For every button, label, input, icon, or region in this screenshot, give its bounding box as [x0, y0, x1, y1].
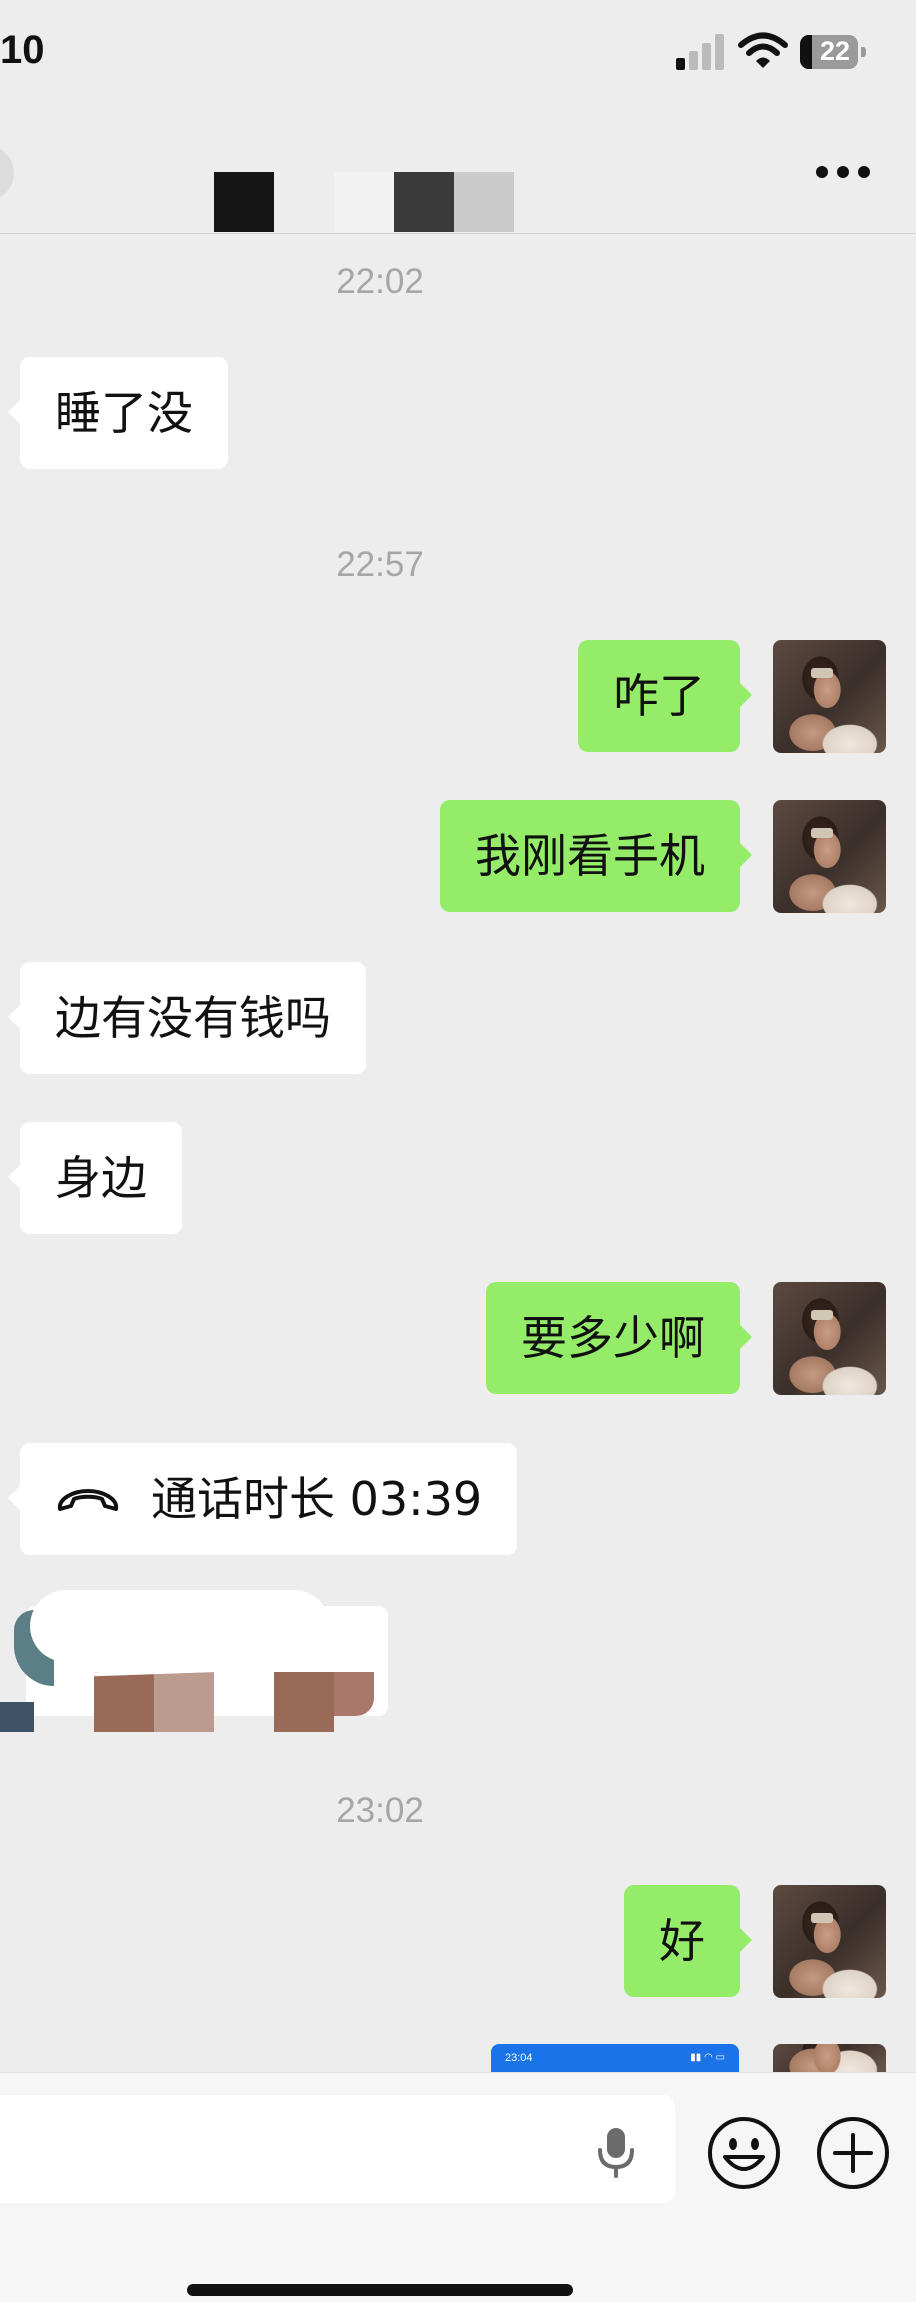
battery-level: 22: [819, 36, 851, 66]
received-message[interactable]: 身边: [8, 1122, 182, 1234]
sent-message[interactable]: 要多少啊: [486, 1282, 752, 1394]
phone-hangup-icon: [55, 1443, 121, 1555]
sent-message[interactable]: 我刚看手机: [440, 800, 752, 912]
received-message[interactable]: 边有没有钱吗: [8, 962, 366, 1074]
more-icon[interactable]: [816, 166, 870, 180]
back-button[interactable]: [0, 145, 14, 201]
message-input[interactable]: [0, 2095, 675, 2203]
redacted-image-message[interactable]: [0, 1590, 388, 1732]
call-message[interactable]: 通话时长 03:39: [7, 1443, 518, 1555]
timestamp: 22:57: [336, 545, 424, 584]
avatar[interactable]: [773, 1885, 886, 1998]
received-message[interactable]: 睡了没: [8, 357, 228, 469]
emoji-icon[interactable]: [706, 2115, 782, 2195]
signal-icon: [676, 34, 724, 70]
header-divider: [0, 233, 916, 234]
avatar[interactable]: [773, 2044, 886, 2072]
avatar[interactable]: [773, 1282, 886, 1395]
plus-icon[interactable]: [815, 2115, 891, 2195]
mic-icon[interactable]: [594, 2126, 638, 2182]
timestamp: 22:02: [336, 262, 424, 301]
screenshot-status-icons: ▮▮ ◠ ▭: [690, 2052, 725, 2063]
home-indicator: [187, 2284, 573, 2296]
avatar[interactable]: [773, 640, 886, 753]
sent-message[interactable]: 咋了: [578, 640, 752, 752]
timestamp: 23:02: [336, 1791, 424, 1830]
screenshot-time: 23:04: [505, 2052, 533, 2064]
battery-icon: 22: [800, 35, 866, 69]
screenshot-image-message[interactable]: 23:04 ▮▮ ◠ ▭: [491, 2044, 739, 2072]
sent-message[interactable]: 好: [624, 1885, 752, 1997]
wifi-icon: [738, 32, 788, 74]
avatar[interactable]: [773, 800, 886, 913]
chat-title: [214, 172, 514, 232]
status-time: 10: [0, 28, 45, 72]
call-duration: 通话时长 03:39: [151, 1472, 483, 1526]
